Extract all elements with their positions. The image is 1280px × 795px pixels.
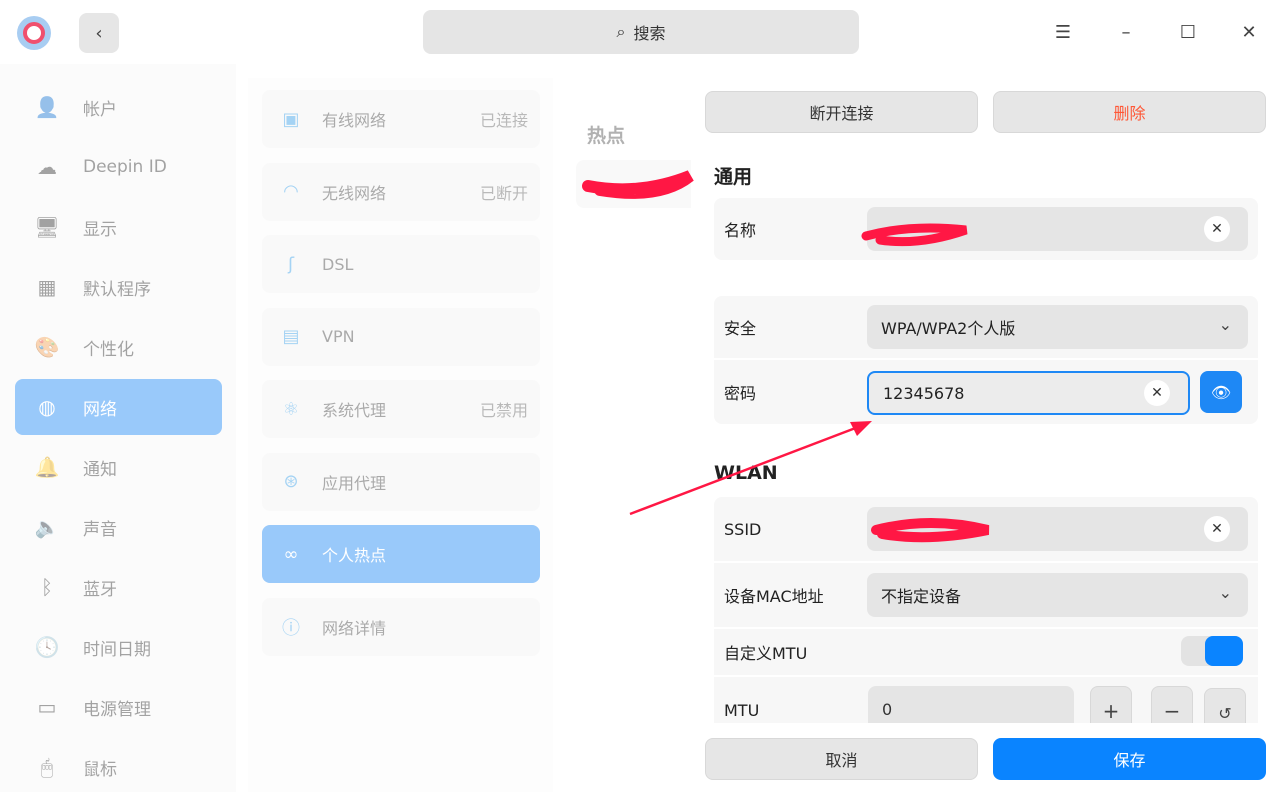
sidebar-item-0[interactable]: 👤 帐户 (15, 79, 222, 135)
disconnect-button[interactable]: 断开连接 (705, 91, 978, 133)
hotspot-icon: ∞ (283, 543, 299, 565)
hotspot-title: 热点 (587, 125, 626, 147)
sidebar-item-3[interactable]: ▦ 默认程序 (15, 259, 222, 315)
cloud-icon: ☁ (37, 155, 57, 179)
custom-mtu-toggle[interactable] (1181, 636, 1243, 666)
menu-icon[interactable]: ☰ (1049, 18, 1077, 46)
user-icon: 👤 (34, 95, 60, 119)
sidebar-item-6[interactable]: 🔔 通知 (15, 439, 222, 495)
network-icon: ◍ (38, 395, 56, 419)
vpn-icon: ▤ (282, 326, 300, 347)
network-item-2[interactable]: ʃ DSL (262, 235, 540, 293)
network-item-6[interactable]: ∞ 个人热点 (262, 525, 540, 583)
back-button[interactable]: ‹ (79, 13, 119, 53)
sidebar-item-7[interactable]: 🔈 声音 (15, 499, 222, 555)
search-icon: ⌕ (616, 22, 626, 41)
wlan-section-title: WLAN (714, 462, 778, 484)
password-input[interactable]: 12345678 ✕ (867, 371, 1190, 415)
name-input[interactable]: ✕ (867, 207, 1248, 251)
battery-icon: ▭ (37, 695, 57, 719)
sidebar-item-11[interactable]: 🖱 鼠标 (15, 739, 222, 795)
ssid-input[interactable]: ✕ (867, 507, 1248, 551)
ethernet-icon: ▣ (282, 108, 300, 130)
app-proxy-icon: ⊛ (283, 471, 299, 492)
hotspot-item[interactable] (576, 160, 691, 208)
sidebar-item-5[interactable]: ◍ 网络 (15, 379, 222, 435)
network-item-4[interactable]: ⚛ 系统代理 已禁用 (262, 380, 540, 438)
dsl-icon: ʃ (287, 253, 295, 275)
mac-select[interactable]: 不指定设备 ⌄ (867, 573, 1248, 617)
increment-plus-icon[interactable]: + (1090, 686, 1132, 723)
mtu-controls: 0 + − ↺ (714, 677, 1258, 723)
sidebar-item-1[interactable]: ☁ Deepin ID (15, 139, 222, 195)
sidebar-item-8[interactable]: ᛒ 蓝牙 (15, 559, 222, 615)
app-logo-icon (17, 16, 51, 50)
proxy-icon: ⚛ (282, 398, 300, 420)
mtu-input[interactable]: 0 (868, 686, 1074, 723)
bell-icon: 🔔 (34, 455, 60, 479)
info-icon: ⓘ (282, 617, 300, 639)
cancel-button[interactable]: 取消 (705, 738, 978, 780)
network-item-1[interactable]: ◠ 无线网络 已断开 (262, 162, 540, 221)
save-button[interactable]: 保存 (993, 738, 1266, 780)
mouse-icon: 🖱 (41, 755, 53, 779)
sidebar-item-9[interactable]: 🕓 时间日期 (15, 619, 222, 675)
chevron-down-icon: ⌄ (1218, 315, 1232, 334)
network-item-5[interactable]: ⊛ 应用代理 (262, 452, 540, 511)
close-icon[interactable]: ✕ (1235, 18, 1263, 46)
clear-icon[interactable]: ✕ (1144, 380, 1170, 406)
general-section-title: 通用 (714, 166, 753, 188)
clear-icon[interactable]: ✕ (1204, 516, 1230, 542)
show-password-eye-icon[interactable]: 👁 (1200, 371, 1242, 413)
network-item-7[interactable]: ⓘ 网络详情 (262, 597, 540, 656)
apps-icon: ▦ (37, 275, 57, 299)
delete-button[interactable]: 删除 (993, 91, 1266, 133)
sidebar-item-2[interactable]: 🖥 显示 (15, 199, 222, 255)
network-item-0[interactable]: ▣ 有线网络 已连接 (262, 90, 540, 148)
monitor-icon: 🖥 (34, 215, 60, 239)
clear-icon[interactable]: ✕ (1204, 216, 1230, 242)
clock-icon: 🕓 (34, 635, 60, 659)
speaker-icon: 🔈 (34, 515, 60, 539)
palette-icon: 🎨 (34, 335, 60, 359)
security-select[interactable]: WPA/WPA2个人版 ⌄ (867, 305, 1248, 349)
reset-icon[interactable]: ↺ (1204, 688, 1246, 723)
custom-mtu-row: 自定义MTU (714, 629, 1258, 675)
network-item-3[interactable]: ▤ VPN (262, 307, 540, 366)
bluetooth-icon: ᛒ (41, 575, 53, 599)
sidebar-item-4[interactable]: 🎨 个性化 (15, 319, 222, 375)
minimize-icon[interactable]: – (1112, 18, 1140, 46)
sidebar-item-10[interactable]: ▭ 电源管理 (15, 679, 222, 735)
wifi-icon: ◠ (283, 181, 299, 202)
maximize-icon[interactable]: ☐ (1174, 18, 1202, 46)
search-input[interactable]: ⌕ 搜索 (423, 10, 859, 54)
decrement-minus-icon[interactable]: − (1151, 686, 1193, 723)
chevron-down-icon: ⌄ (1218, 583, 1232, 602)
